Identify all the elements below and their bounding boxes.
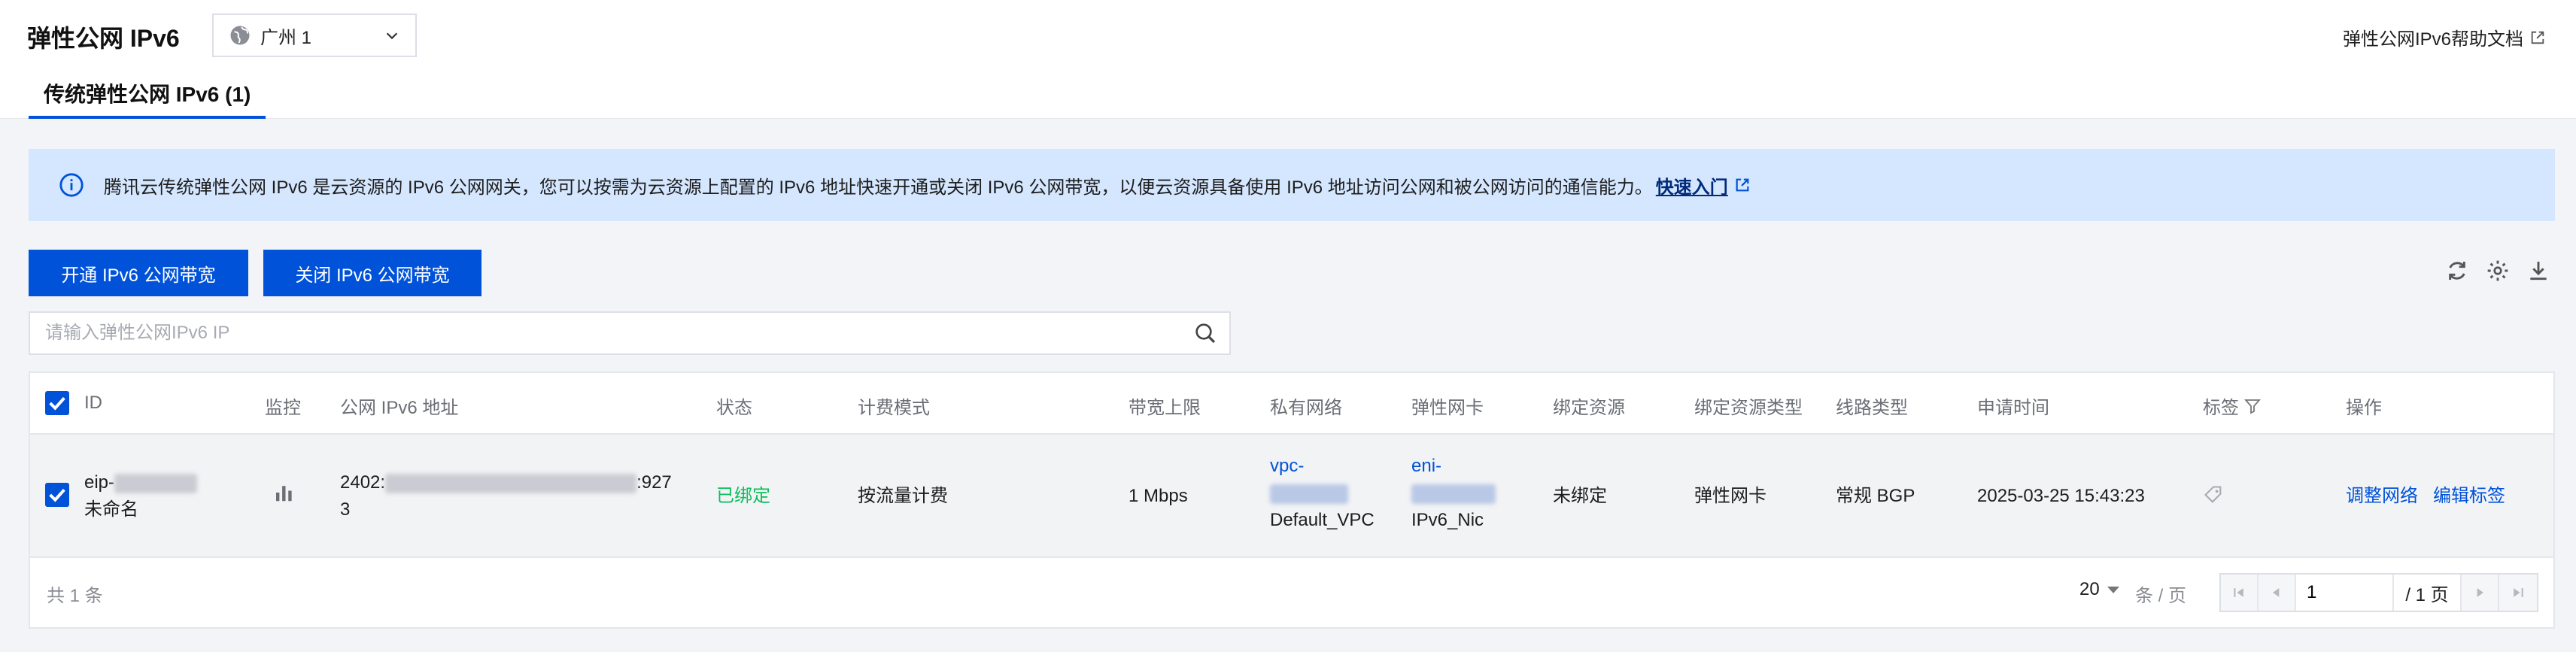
prev-page-icon — [2273, 588, 2280, 597]
col-tags-label: 标签 — [2203, 398, 2239, 418]
external-link-icon — [2531, 31, 2544, 44]
status-badge: 已绑定 — [716, 486, 770, 506]
page-number-input[interactable] — [2296, 575, 2394, 611]
help-doc-label: 弹性公网IPv6帮助文档 — [2342, 29, 2523, 50]
search-box — [29, 311, 1231, 355]
row-checkbox[interactable] — [45, 483, 69, 507]
col-line-type: 线路类型 — [1836, 398, 1908, 418]
filter-icon[interactable] — [2243, 397, 2262, 415]
check-icon — [49, 396, 65, 411]
gear-icon[interactable] — [2486, 259, 2510, 283]
quick-start-label: 快速入门 — [1655, 177, 1728, 198]
cell-created-at: 2025-03-25 15:43:23 — [1977, 486, 2145, 506]
external-link-icon — [1736, 178, 1749, 192]
cell-id: eip- 未命名 — [84, 469, 198, 523]
col-created-at: 申请时间 — [1977, 398, 2049, 418]
col-bandwidth: 带宽上限 — [1129, 398, 1201, 418]
col-status: 状态 — [716, 398, 752, 418]
monitor-chart-icon[interactable] — [272, 481, 295, 512]
caret-down-icon — [2107, 586, 2119, 593]
redacted-ipv6 — [385, 473, 637, 493]
eni-name: IPv6_Nic — [1411, 510, 1484, 530]
close-ipv6-bandwidth-button[interactable]: 关闭 IPv6 公网带宽 — [263, 250, 481, 296]
vpc-link[interactable]: vpc- — [1270, 453, 1375, 480]
last-page-icon — [2514, 588, 2523, 597]
vpc-name: Default_VPC — [1270, 510, 1375, 530]
col-tags[interactable]: 标签 — [2203, 393, 2262, 419]
col-eni: 弹性网卡 — [1411, 398, 1484, 418]
col-monitor: 监控 — [265, 398, 301, 418]
tab-classic-eip-ipv6[interactable]: 传统弹性公网 IPv6 (1) — [29, 78, 266, 119]
col-actions: 操作 — [2346, 398, 2382, 418]
redacted-vpc-id — [1270, 484, 1348, 504]
download-icon[interactable] — [2526, 259, 2550, 283]
ipv6-suffix-2: 3 — [340, 499, 351, 520]
redacted-id — [114, 473, 198, 493]
page-size-unit: 条 / 页 — [2135, 586, 2187, 606]
first-page-button[interactable] — [2221, 575, 2259, 611]
info-icon — [59, 173, 84, 197]
first-page-icon — [2234, 588, 2243, 597]
region-select[interactable]: 广州 1 — [212, 14, 417, 57]
col-ipv6-address: 公网 IPv6 地址 — [340, 398, 459, 418]
prev-page-button[interactable] — [2259, 575, 2296, 611]
page-total: / 1 页 — [2394, 575, 2462, 611]
ipv6-prefix: 2402: — [340, 472, 386, 493]
page-header: 弹性公网 IPv6 广州 1 弹性公网IPv6帮助文档 传统弹性公网 IPv6 … — [0, 0, 2576, 119]
col-id: ID — [84, 393, 102, 413]
cell-billing: 按流量计费 — [858, 486, 948, 506]
info-notice: 腾讯云传统弹性公网 IPv6 是云资源的 IPv6 公网网关，您可以按需为云资源… — [29, 149, 2555, 221]
check-icon — [49, 488, 65, 502]
table-footer: 共 1 条 20 条 / 页 / 1 页 — [30, 558, 2553, 629]
redacted-eni-id — [1411, 484, 1496, 504]
cell-ipv6-address: 2402: :927 3 — [340, 469, 716, 523]
next-page-button[interactable] — [2462, 575, 2499, 611]
notice-text: 腾讯云传统弹性公网 IPv6 是云资源的 IPv6 公网网关，您可以按需为云资源… — [104, 177, 1653, 198]
cell-resource-type: 弹性网卡 — [1694, 486, 1766, 506]
eip-id-prefix: eip- — [84, 472, 115, 493]
page-title: 弹性公网 IPv6 — [27, 25, 180, 52]
select-all-checkbox[interactable] — [45, 391, 69, 415]
page-size-select[interactable]: 20 — [2079, 579, 2127, 600]
col-bound-resource: 绑定资源 — [1553, 398, 1625, 418]
search-icon[interactable] — [1193, 321, 1217, 345]
globe-icon — [230, 26, 250, 45]
cell-eni: eni- IPv6_Nic — [1411, 453, 1496, 534]
col-resource-type: 绑定资源类型 — [1694, 398, 1803, 418]
cell-bandwidth: 1 Mbps — [1129, 486, 1188, 506]
open-ipv6-bandwidth-button[interactable]: 开通 IPv6 公网带宽 — [29, 250, 248, 296]
ipv6-suffix-1: :927 — [636, 472, 672, 493]
table-tools — [2445, 259, 2550, 283]
eip-name: 未命名 — [84, 499, 138, 520]
cell-vpc: vpc- Default_VPC — [1270, 453, 1375, 534]
table-row: eip- 未命名 2402: :927 3 已绑定 按流量计费 1 Mbps vp… — [30, 435, 2553, 558]
cell-bound-resource: 未绑定 — [1553, 486, 1607, 506]
eip-ipv6-table: ID 监控 公网 IPv6 地址 状态 计费模式 带宽上限 私有网络 弹性网卡 … — [29, 371, 2555, 629]
adjust-network-link[interactable]: 调整网络 — [2346, 483, 2418, 510]
tag-icon[interactable] — [2203, 484, 2224, 514]
refresh-icon[interactable] — [2445, 259, 2469, 283]
page-size-value: 20 — [2079, 579, 2100, 599]
col-vpc: 私有网络 — [1270, 398, 1342, 418]
search-input[interactable] — [30, 313, 1193, 353]
region-label: 广州 1 — [260, 27, 312, 48]
eni-link[interactable]: eni- — [1411, 453, 1496, 480]
chevron-down-icon — [386, 32, 398, 40]
quick-start-link[interactable]: 快速入门 — [1656, 172, 1751, 199]
help-doc-link[interactable]: 弹性公网IPv6帮助文档 — [2343, 24, 2546, 50]
pagination: / 1 页 — [2219, 573, 2538, 612]
col-billing: 计费模式 — [858, 398, 930, 418]
total-count: 共 1 条 — [47, 586, 103, 606]
edit-tags-link[interactable]: 编辑标签 — [2433, 483, 2505, 510]
table-header: ID 监控 公网 IPv6 地址 状态 计费模式 带宽上限 私有网络 弹性网卡 … — [30, 373, 2553, 435]
last-page-button[interactable] — [2499, 575, 2537, 611]
cell-line-type: 常规 BGP — [1836, 486, 1915, 506]
next-page-icon — [2477, 588, 2483, 597]
